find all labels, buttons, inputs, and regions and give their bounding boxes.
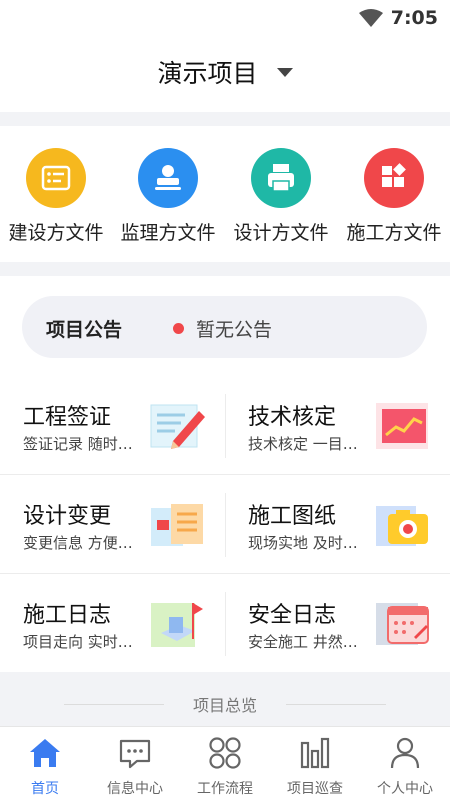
tab-label: 首页 bbox=[31, 781, 59, 797]
card-subtitle: 变更信息 方便… bbox=[23, 534, 133, 552]
card-technical-review[interactable]: 技术核定 技术核定 一目… bbox=[225, 377, 450, 475]
module-grid: 项目公告 暂无公告 工程签证 签证记录 随时… 技术核定 技术核定 一目… 设计… bbox=[0, 276, 450, 672]
calendar-icon bbox=[376, 603, 429, 645]
tab-label: 信息中心 bbox=[107, 781, 163, 797]
category-label: 施工方文件 bbox=[346, 222, 442, 244]
building-icon bbox=[151, 603, 203, 647]
card-title: 安全日志 bbox=[248, 603, 337, 628]
project-selector[interactable]: 演示项目 bbox=[0, 54, 450, 90]
project-title: 演示项目 bbox=[157, 59, 258, 88]
line-chart-icon bbox=[376, 403, 428, 449]
tab-home[interactable]: 首页 bbox=[0, 727, 90, 800]
card-design-change[interactable]: 设计变更 变更信息 方便… bbox=[0, 476, 225, 574]
card-title: 工程签证 bbox=[23, 405, 112, 430]
tab-label: 个人中心 bbox=[377, 781, 433, 797]
tab-label: 工作流程 bbox=[197, 781, 253, 797]
card-title: 施工日志 bbox=[23, 603, 112, 628]
category-label: 监理方文件 bbox=[120, 222, 216, 244]
category-contractor-files[interactable]: 施工方文件 bbox=[338, 148, 450, 245]
category-label: 设计方文件 bbox=[233, 222, 329, 244]
divider bbox=[0, 573, 450, 574]
card-subtitle: 项目走向 实时… bbox=[23, 633, 133, 651]
file-categories: 建设方文件 监理方文件 设计方文件 施工方文件 bbox=[0, 126, 450, 262]
card-construction-drawings[interactable]: 施工图纸 现场实地 及时… bbox=[225, 476, 450, 574]
workflow-icon bbox=[209, 737, 241, 769]
caret-down-icon bbox=[276, 67, 293, 77]
card-title: 设计变更 bbox=[23, 504, 112, 529]
wifi-icon bbox=[359, 9, 383, 27]
header: 演示项目 bbox=[0, 36, 450, 112]
message-icon bbox=[119, 739, 151, 769]
status-bar: 7:05 bbox=[0, 0, 450, 36]
category-owner-files[interactable]: 建设方文件 bbox=[0, 148, 112, 245]
project-overview-header: 项目总览 bbox=[0, 682, 450, 726]
card-subtitle: 签证记录 随时… bbox=[23, 435, 133, 453]
camera-icon bbox=[376, 506, 428, 546]
card-engineering-visa[interactable]: 工程签证 签证记录 随时… bbox=[0, 377, 225, 475]
documents-icon bbox=[151, 504, 203, 546]
notice-label: 项目公告 bbox=[46, 319, 123, 341]
divider bbox=[0, 474, 450, 475]
notice-dot bbox=[173, 323, 184, 334]
pencil-note-icon bbox=[150, 404, 205, 449]
project-notice[interactable]: 项目公告 暂无公告 bbox=[22, 296, 427, 358]
tab-info-center[interactable]: 信息中心 bbox=[90, 727, 180, 800]
status-time: 7:05 bbox=[390, 7, 438, 29]
user-icon bbox=[390, 737, 420, 769]
tab-project-inspection[interactable]: 项目巡查 bbox=[270, 727, 360, 800]
tab-workflow[interactable]: 工作流程 bbox=[180, 727, 270, 800]
home-icon bbox=[30, 739, 60, 767]
category-supervisor-files[interactable]: 监理方文件 bbox=[112, 148, 224, 245]
bottom-tab-bar: 首页 信息中心 工作流程 项目巡查 个人中心 bbox=[0, 726, 450, 800]
stamp-icon bbox=[138, 148, 198, 208]
card-title: 施工图纸 bbox=[248, 504, 337, 529]
bar-chart-icon bbox=[300, 737, 330, 769]
divider bbox=[286, 704, 386, 705]
card-subtitle: 安全施工 井然… bbox=[248, 633, 358, 651]
card-construction-log[interactable]: 施工日志 项目走向 实时… bbox=[0, 575, 225, 673]
card-title: 技术核定 bbox=[248, 405, 337, 430]
notice-text: 暂无公告 bbox=[196, 319, 273, 341]
tab-personal-center[interactable]: 个人中心 bbox=[360, 727, 450, 800]
printer-icon bbox=[251, 148, 311, 208]
tab-label: 项目巡查 bbox=[287, 781, 343, 797]
category-design-files[interactable]: 设计方文件 bbox=[225, 148, 337, 245]
card-safety-log[interactable]: 安全日志 安全施工 井然… bbox=[225, 575, 450, 673]
card-subtitle: 技术核定 一目… bbox=[248, 435, 358, 453]
category-label: 建设方文件 bbox=[8, 222, 104, 244]
checklist-icon bbox=[26, 148, 86, 208]
blocks-icon bbox=[364, 148, 424, 208]
card-subtitle: 现场实地 及时… bbox=[248, 534, 358, 552]
